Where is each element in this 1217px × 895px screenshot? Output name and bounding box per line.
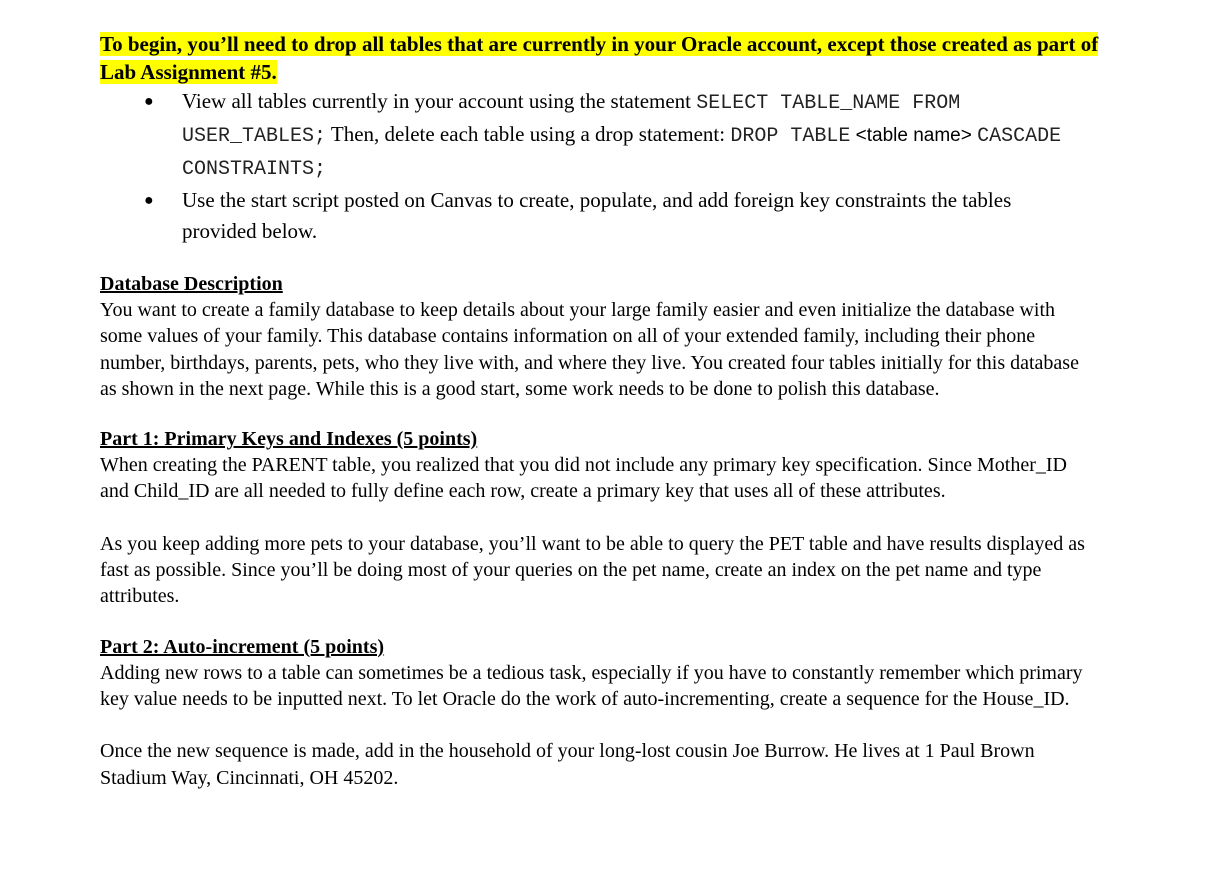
section-heading: Part 2: Auto-increment (5 points) (100, 635, 385, 658)
section-part-2: Part 2: Auto-increment (5 points) Adding… (100, 634, 1100, 791)
bullet-text: Then, delete each table using a drop sta… (326, 122, 731, 146)
highlighted-intro-text: To begin, you’ll need to drop all tables… (100, 32, 1099, 84)
section-database-description: Database Description You want to create … (100, 271, 1100, 402)
bullet-item-start-script: ● Use the start script posted on Canvas … (100, 185, 1072, 247)
section-heading: Database Description (100, 273, 283, 295)
instruction-bullet-list: ● View all tables currently in your acco… (100, 86, 1100, 247)
bullet-icon: ● (144, 93, 154, 110)
intro-instruction: To begin, you’ll need to drop all tables… (100, 30, 1100, 86)
table-name-placeholder: <table name> (855, 125, 972, 146)
section-part-1: Part 1: Primary Keys and Indexes (5 poin… (100, 426, 1100, 609)
section-paragraph: Adding new rows to a table can sometimes… (100, 661, 1083, 710)
document-page: To begin, you’ll need to drop all tables… (100, 30, 1100, 791)
section-paragraph: When creating the PARENT table, you real… (100, 454, 1067, 503)
section-heading: Part 1: Primary Keys and Indexes (5 poin… (100, 428, 478, 451)
section-paragraph: Once the new sequence is made, add in th… (100, 740, 1035, 789)
bullet-text: Use the start script posted on Canvas to… (182, 188, 1012, 243)
bullet-icon: ● (144, 192, 154, 209)
bullet-item-view-tables: ● View all tables currently in your acco… (100, 86, 1072, 185)
sql-drop-statement: DROP TABLE (730, 125, 851, 148)
section-paragraph: As you keep adding more pets to your dat… (100, 532, 1085, 608)
bullet-text: View all tables currently in your accoun… (182, 89, 697, 113)
section-paragraph: You want to create a family database to … (100, 299, 1079, 400)
